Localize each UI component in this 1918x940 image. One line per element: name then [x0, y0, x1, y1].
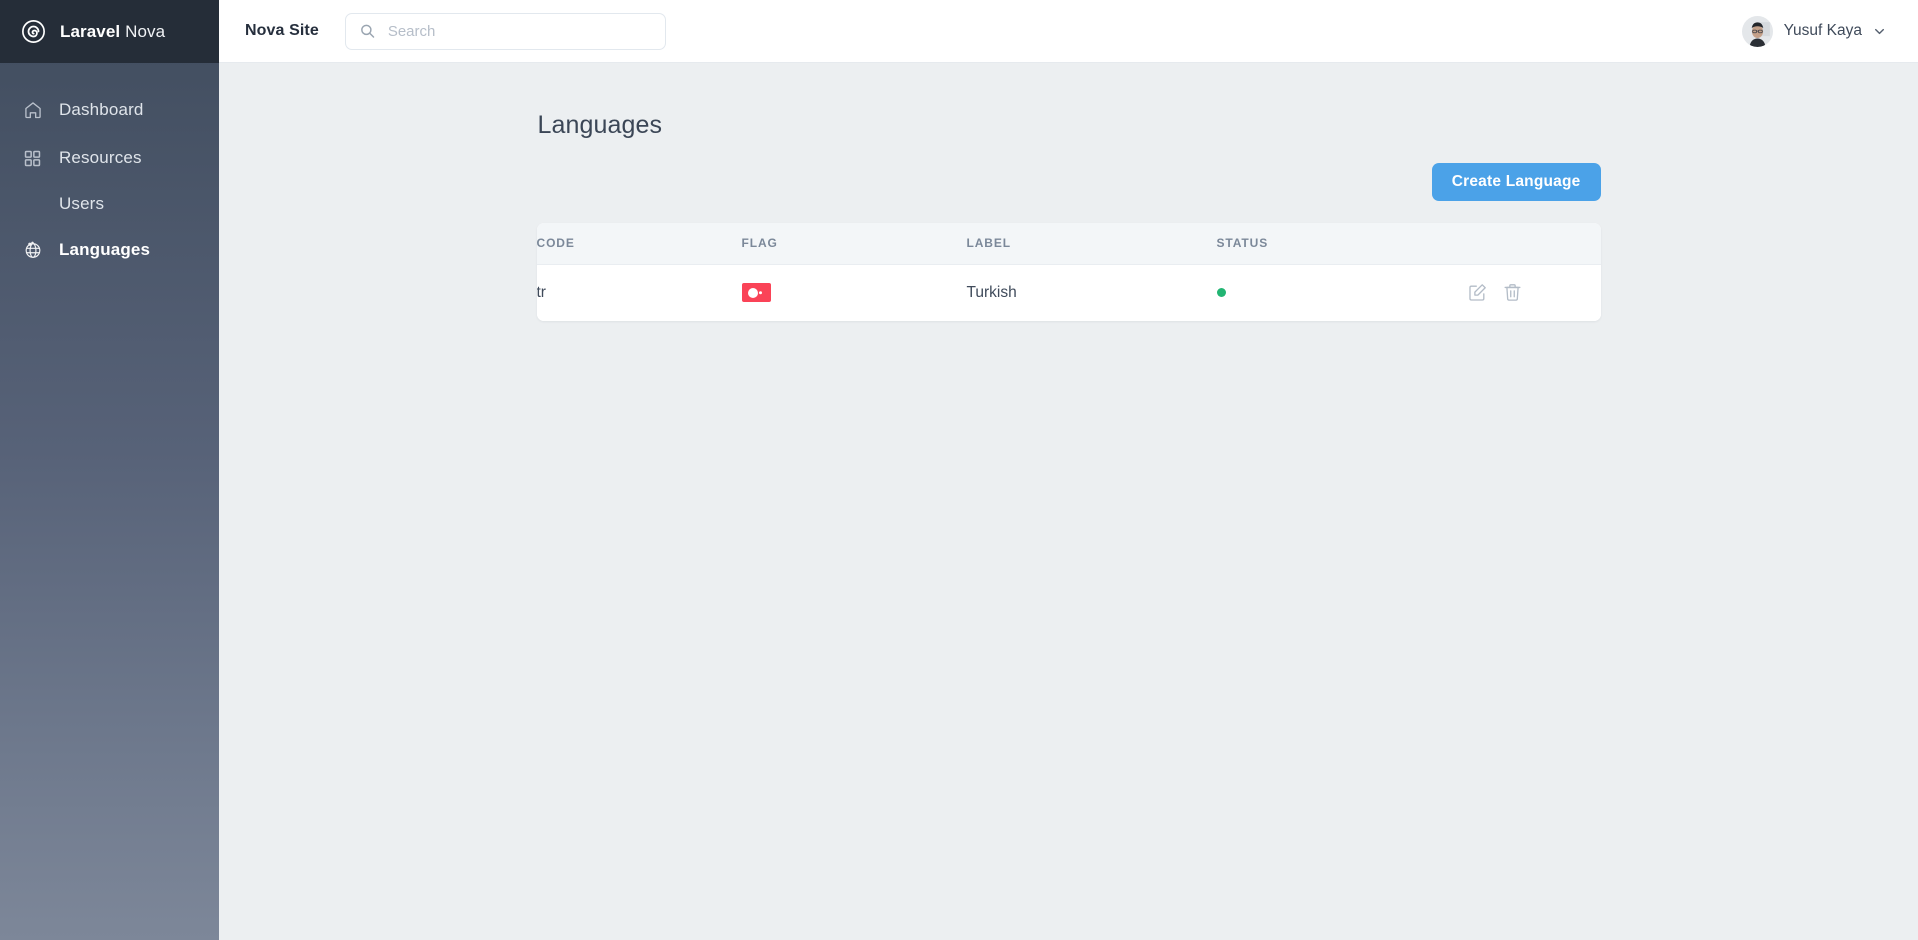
table-body: tr Turkish	[536, 264, 1601, 321]
column-header-actions	[1466, 223, 1601, 265]
page-title: Languages	[537, 111, 663, 139]
main-area: Nova Site Search Yusuf Kaya Languages Cr…	[219, 0, 1918, 940]
home-icon	[22, 100, 43, 121]
content-inner: Languages Create Language CODE FLAG LABE…	[536, 63, 1601, 321]
cell-status	[1216, 264, 1467, 321]
table-head: CODE FLAG LABEL STATUS	[536, 223, 1601, 265]
flag-star	[759, 291, 763, 295]
content-scroll: Languages Create Language CODE FLAG LABE…	[219, 63, 1918, 940]
topbar: Nova Site Search Yusuf Kaya	[219, 0, 1918, 63]
edit-icon[interactable]	[1467, 282, 1488, 303]
create-language-button[interactable]: Create Language	[1431, 163, 1601, 201]
brand-text: Laravel Nova	[60, 22, 165, 42]
brand-logo[interactable]: Laravel Nova	[0, 0, 219, 63]
user-name: Yusuf Kaya	[1783, 22, 1862, 39]
brand-name-bold: Laravel	[60, 21, 121, 41]
languages-table-card: CODE FLAG LABEL STATUS tr Turkish	[536, 223, 1601, 321]
sidebar-item-users[interactable]: Users	[0, 182, 219, 226]
delete-icon[interactable]	[1502, 282, 1523, 303]
sidebar: Laravel Nova Dashboard Resources Users L…	[0, 0, 219, 940]
column-header-label[interactable]: LABEL	[966, 223, 1217, 265]
toolbar: Create Language	[537, 163, 1601, 201]
sidebar-item-languages-label: Languages	[59, 240, 151, 259]
table-header-row: CODE FLAG LABEL STATUS	[536, 223, 1601, 265]
column-header-flag[interactable]: FLAG	[741, 223, 967, 265]
search-box[interactable]	[344, 12, 666, 50]
cell-flag	[741, 264, 967, 321]
column-header-code[interactable]: CODE	[536, 223, 742, 265]
table-row[interactable]: tr Turkish	[536, 264, 1601, 321]
languages-table: CODE FLAG LABEL STATUS tr Turkish	[536, 223, 1601, 321]
chevron-down-icon[interactable]	[1873, 25, 1886, 38]
sidebar-item-resources-label: Resources	[59, 148, 142, 167]
site-name: Nova Site	[245, 22, 319, 39]
sidebar-item-languages[interactable]: Languages	[0, 226, 219, 274]
app-root: Laravel Nova Dashboard Resources Users L…	[0, 0, 1918, 940]
cell-label: Turkish	[966, 264, 1217, 321]
search-input[interactable]	[344, 12, 666, 50]
cell-actions	[1466, 264, 1601, 321]
brand-name-light: Nova	[125, 21, 166, 41]
laravel-nova-spiral-icon	[21, 19, 46, 44]
sidebar-item-dashboard[interactable]: Dashboard	[0, 86, 219, 134]
row-actions	[1467, 282, 1601, 303]
flag-crescent	[747, 287, 758, 298]
user-menu[interactable]: Yusuf Kaya	[1741, 15, 1886, 47]
avatar	[1741, 15, 1773, 47]
sidebar-item-dashboard-label: Dashboard	[59, 100, 144, 119]
sidebar-item-users-label: Users	[59, 194, 105, 213]
sidebar-item-resources[interactable]: Resources	[0, 134, 219, 182]
status-badge	[1216, 287, 1226, 297]
column-header-status[interactable]: STATUS	[1216, 223, 1467, 265]
grid-icon	[22, 148, 43, 169]
turkey-flag-icon	[741, 283, 771, 303]
globe-icon	[22, 240, 43, 261]
cell-code: tr	[536, 264, 742, 321]
sidebar-nav: Dashboard Resources Users Languages	[0, 63, 219, 274]
